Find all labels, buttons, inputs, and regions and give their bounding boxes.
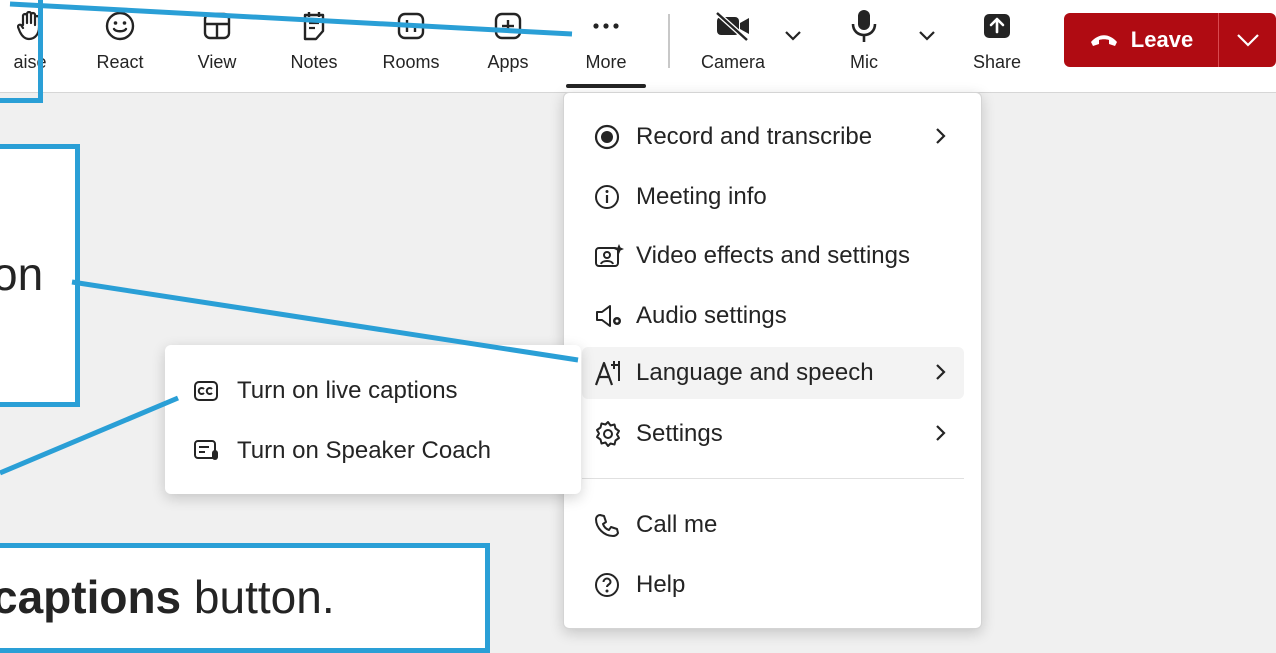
turn-on-live-captions-button[interactable]: Turn on live captions [193, 371, 458, 411]
phone-icon [594, 510, 628, 540]
callout-bottom-rest: button. [181, 571, 335, 623]
apps-button[interactable]: Apps [478, 0, 538, 92]
gear-icon [594, 419, 628, 449]
record-icon [594, 122, 628, 152]
rooms-button[interactable]: Rooms [381, 0, 441, 92]
mic-label: Mic [850, 52, 878, 72]
view-label: View [197, 52, 237, 72]
share-label: Share [972, 52, 1022, 72]
chevron-right-icon [934, 361, 946, 389]
view-button[interactable]: View [187, 0, 247, 92]
more-button[interactable]: More [576, 0, 636, 92]
menu-item-language-and-speech[interactable]: Language and speech [582, 347, 964, 399]
speaker-coach-icon [193, 439, 227, 463]
info-icon [594, 182, 628, 212]
leave-main-button[interactable]: Leave [1064, 13, 1218, 67]
menu-item-label: Meeting info [636, 183, 767, 210]
help-icon [594, 570, 628, 600]
menu-item-label: Settings [636, 420, 723, 447]
leave-label: Leave [1130, 27, 1194, 52]
notes-icon [294, 6, 334, 46]
mic-button[interactable]: Mic [834, 0, 894, 92]
share-button[interactable]: Share [966, 0, 1028, 92]
camera-options-chevron-icon[interactable] [784, 28, 802, 46]
menu-item-video-effects[interactable]: Video effects and settings [582, 230, 964, 282]
callout-box-top [0, 0, 43, 103]
pointer-line-captions [0, 395, 179, 476]
menu-item-audio-settings[interactable]: Audio settings [582, 290, 964, 342]
chevron-right-icon [934, 125, 946, 153]
notes-button[interactable]: Notes [284, 0, 344, 92]
submenu-item-label: Turn on Speaker Coach [237, 437, 491, 464]
callout-box-bottom: captions button. [0, 543, 490, 653]
rooms-icon [391, 6, 431, 46]
menu-item-call-me[interactable]: Call me [582, 499, 964, 551]
camera-off-icon [713, 6, 753, 46]
smiley-icon [100, 6, 140, 46]
captions-icon [193, 380, 227, 402]
apps-label: Apps [487, 52, 529, 72]
menu-item-help[interactable]: Help [582, 559, 964, 611]
language-and-speech-submenu: Turn on live captions Turn on Speaker Co… [165, 345, 581, 494]
react-button[interactable]: React [90, 0, 150, 92]
more-menu: Record and transcribe Meeting info Video… [563, 92, 982, 629]
menu-item-label: Help [636, 571, 686, 598]
menu-item-label: Call me [636, 511, 718, 538]
plus-square-icon [488, 6, 528, 46]
turn-on-speaker-coach-button[interactable]: Turn on Speaker Coach [193, 431, 491, 471]
menu-item-label: Video effects and settings [636, 242, 910, 269]
callout-middle-text: on [0, 248, 44, 300]
phone-hangup-icon [1089, 32, 1119, 48]
more-label: More [585, 52, 627, 72]
chevron-right-icon [934, 422, 946, 450]
leave-options-chevron-icon[interactable] [1219, 32, 1276, 48]
rooms-label: Rooms [382, 52, 440, 72]
ellipsis-icon [586, 6, 626, 46]
microphone-icon [844, 6, 884, 46]
audio-settings-icon [594, 301, 628, 331]
menu-item-label: Language and speech [636, 359, 874, 386]
menu-item-label: Audio settings [636, 302, 787, 329]
more-active-indicator [566, 84, 646, 88]
meeting-toolbar: aise React View Notes Rooms Apps More Ca… [0, 0, 1276, 93]
camera-label: Camera [700, 52, 766, 72]
callout-bottom-text: captions button. [0, 570, 335, 624]
menu-item-label: Record and transcribe [636, 123, 873, 150]
leave-button[interactable]: Leave [1064, 13, 1276, 67]
menu-item-meeting-info[interactable]: Meeting info [582, 171, 964, 223]
video-effects-icon [594, 241, 628, 271]
toolbar-divider [668, 14, 670, 68]
camera-button[interactable]: Camera [700, 0, 766, 92]
mic-options-chevron-icon[interactable] [918, 28, 936, 46]
menu-separator [582, 478, 964, 479]
menu-item-settings[interactable]: Settings [582, 408, 964, 460]
submenu-item-label: Turn on live captions [237, 377, 458, 404]
react-label: React [96, 52, 144, 72]
language-icon [594, 358, 628, 388]
grid-view-icon [197, 6, 237, 46]
share-arrow-icon [977, 6, 1017, 46]
callout-box-middle: on [0, 144, 80, 407]
notes-label: Notes [290, 52, 338, 72]
callout-bottom-bold: captions [0, 571, 182, 623]
menu-item-record-and-transcribe[interactable]: Record and transcribe [582, 111, 964, 163]
